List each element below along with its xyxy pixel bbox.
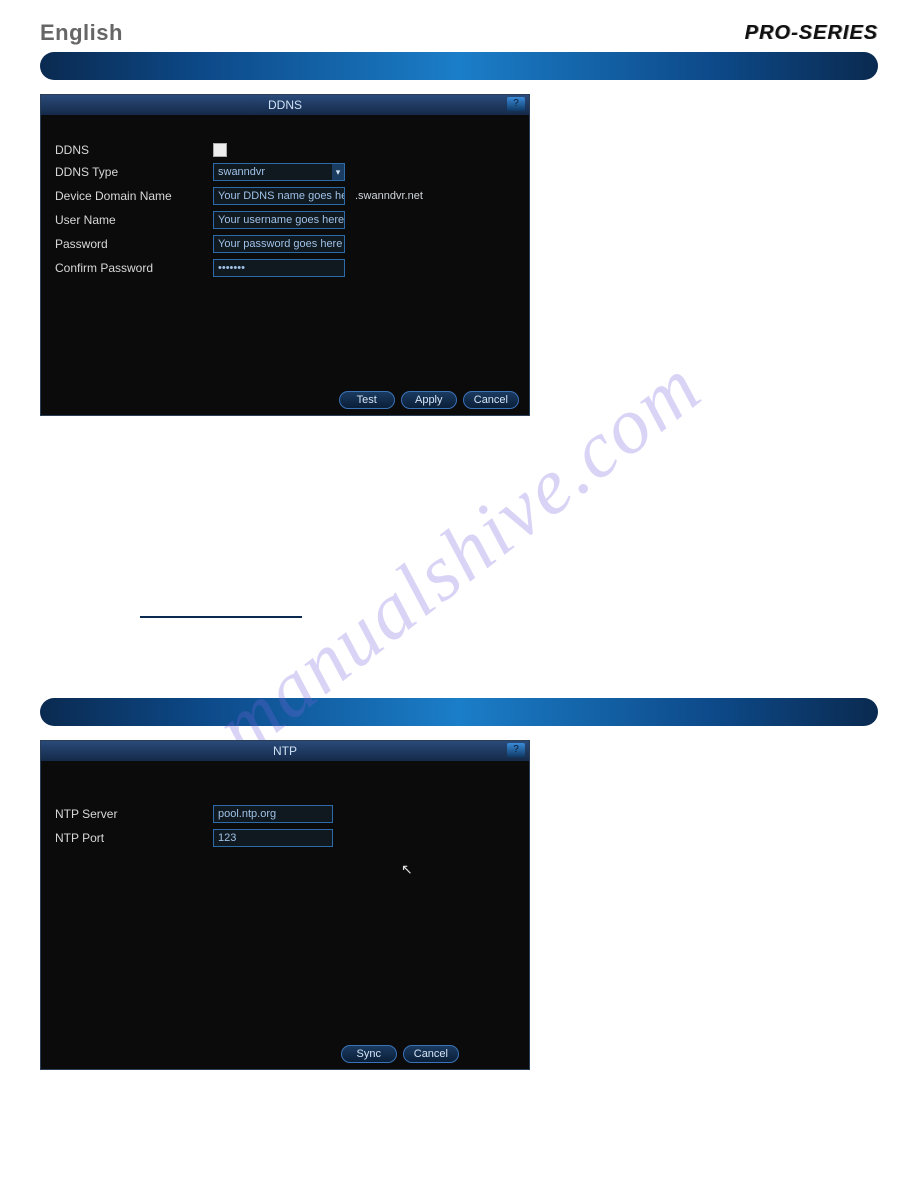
ddns-type-select[interactable]: swanndvr ▾ bbox=[213, 163, 345, 181]
ddns-type-label: DDNS Type bbox=[55, 165, 205, 179]
ntp-port-input[interactable]: 123 bbox=[213, 829, 333, 847]
page-header: English PRO-SERIES bbox=[40, 20, 878, 46]
ddns-confirm-input[interactable]: ••••••• bbox=[213, 259, 345, 277]
ddns-domain-input[interactable]: Your DDNS name goes here bbox=[213, 187, 345, 205]
sync-button[interactable]: Sync bbox=[341, 1045, 397, 1063]
ntp-title: NTP bbox=[273, 744, 297, 758]
cursor-icon: ↖ bbox=[401, 861, 413, 877]
ddns-domain-label: Device Domain Name bbox=[55, 189, 205, 203]
cancel-button[interactable]: Cancel bbox=[463, 391, 519, 409]
ddns-username-label: User Name bbox=[55, 213, 205, 227]
section-divider-top bbox=[40, 52, 878, 80]
ddns-enable-label: DDNS bbox=[55, 143, 205, 157]
ntp-titlebar: NTP ? bbox=[41, 741, 529, 761]
language-label: English bbox=[40, 20, 123, 46]
help-icon[interactable]: ? bbox=[507, 97, 525, 111]
cancel-button[interactable]: Cancel bbox=[403, 1045, 459, 1063]
help-icon[interactable]: ? bbox=[507, 743, 525, 757]
ddns-username-input[interactable]: Your username goes here bbox=[213, 211, 345, 229]
ntp-dialog: NTP ? NTP Server pool.ntp.org NTP Port 1… bbox=[40, 740, 530, 1070]
ddns-type-value: swanndvr bbox=[218, 164, 265, 180]
underline-decoration bbox=[140, 616, 302, 618]
ddns-dialog: DDNS ? DDNS DDNS Type swanndvr ▾ Device … bbox=[40, 94, 530, 416]
ntp-server-label: NTP Server bbox=[55, 807, 205, 821]
ddns-domain-suffix: .swanndvr.net bbox=[355, 190, 423, 202]
test-button[interactable]: Test bbox=[339, 391, 395, 409]
ntp-port-label: NTP Port bbox=[55, 831, 205, 845]
ddns-password-input[interactable]: Your password goes here bbox=[213, 235, 345, 253]
ddns-password-label: Password bbox=[55, 237, 205, 251]
ddns-titlebar: DDNS ? bbox=[41, 95, 529, 115]
brand-label: PRO-SERIES bbox=[745, 22, 878, 45]
apply-button[interactable]: Apply bbox=[401, 391, 457, 409]
ddns-title: DDNS bbox=[268, 98, 302, 112]
section-divider-bottom bbox=[40, 698, 878, 726]
chevron-down-icon: ▾ bbox=[332, 164, 344, 180]
ddns-enable-checkbox[interactable] bbox=[213, 143, 227, 157]
ntp-server-input[interactable]: pool.ntp.org bbox=[213, 805, 333, 823]
ddns-confirm-label: Confirm Password bbox=[55, 261, 205, 275]
